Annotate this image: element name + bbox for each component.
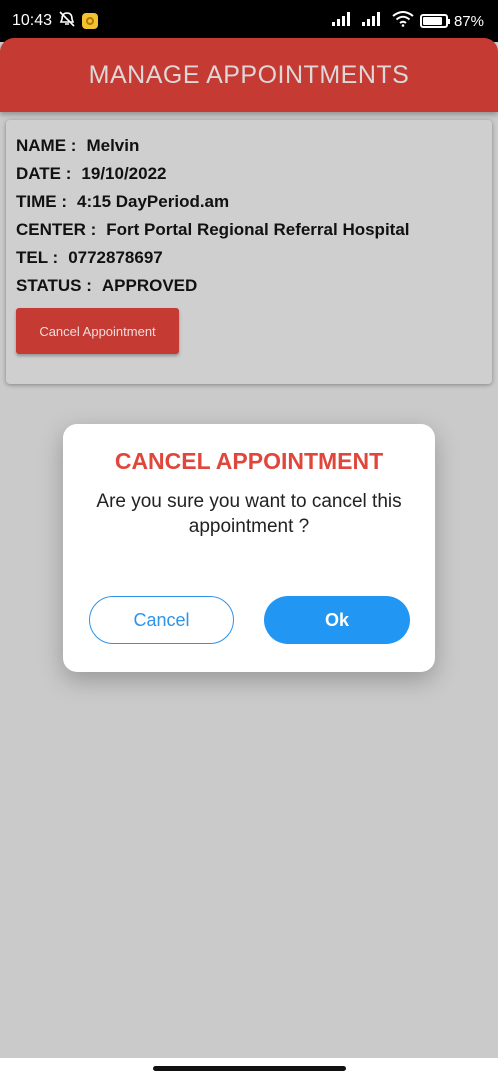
date-value: 19/10/2022 xyxy=(81,164,167,183)
dialog-cancel-button[interactable]: Cancel xyxy=(89,596,234,644)
name-label: NAME : xyxy=(16,136,77,155)
confirm-dialog: CANCEL APPOINTMENT Are you sure you want… xyxy=(63,424,435,672)
name-value: Melvin xyxy=(86,136,140,155)
tel-label: TEL : xyxy=(16,248,59,267)
navigation-bar xyxy=(0,1058,498,1080)
name-row: NAME : Melvin xyxy=(16,132,482,160)
home-indicator[interactable] xyxy=(153,1066,346,1071)
battery-percent: 87% xyxy=(453,12,484,30)
signal-icon-2 xyxy=(361,11,386,31)
tel-value: 0772878697 xyxy=(68,248,163,267)
wifi-icon xyxy=(392,10,414,32)
screen: 10:43 87% MANAGE APPOINTMENTS NAME : Mel… xyxy=(0,0,498,1080)
page-title: MANAGE APPOINTMENTS xyxy=(88,60,410,89)
time-label: TIME : xyxy=(16,192,67,211)
status-label: STATUS : xyxy=(16,276,92,295)
signal-icon xyxy=(331,11,356,31)
center-value: Fort Portal Regional Referral Hospital xyxy=(106,220,410,239)
app-notification-icon xyxy=(82,13,99,29)
status-bar: 10:43 87% xyxy=(0,0,498,42)
center-row: CENTER : Fort Portal Regional Referral H… xyxy=(16,216,482,244)
bell-muted-icon xyxy=(58,10,76,32)
appointment-card: NAME : Melvin DATE : 19/10/2022 TIME : 4… xyxy=(6,120,492,384)
cancel-appointment-button[interactable]: Cancel Appointment xyxy=(16,308,179,354)
time-value: 4:15 DayPeriod.am xyxy=(77,192,230,211)
battery-icon xyxy=(419,14,450,28)
dialog-ok-button[interactable]: Ok xyxy=(264,596,410,644)
time-row: TIME : 4:15 DayPeriod.am xyxy=(16,188,482,216)
date-row: DATE : 19/10/2022 xyxy=(16,160,482,188)
status-value: APPROVED xyxy=(101,276,198,295)
status-row: STATUS : APPROVED xyxy=(16,272,482,300)
center-label: CENTER : xyxy=(16,220,97,239)
dialog-title: CANCEL APPOINTMENT xyxy=(114,448,384,474)
status-time: 10:43 xyxy=(12,12,53,29)
tel-row: TEL : 0772878697 xyxy=(16,244,482,272)
app-bar: MANAGE APPOINTMENTS xyxy=(0,38,498,112)
dialog-actions: Cancel Ok xyxy=(63,596,435,644)
date-label: DATE : xyxy=(16,164,72,183)
dialog-message: Are you sure you want to cancel this app… xyxy=(96,491,402,537)
